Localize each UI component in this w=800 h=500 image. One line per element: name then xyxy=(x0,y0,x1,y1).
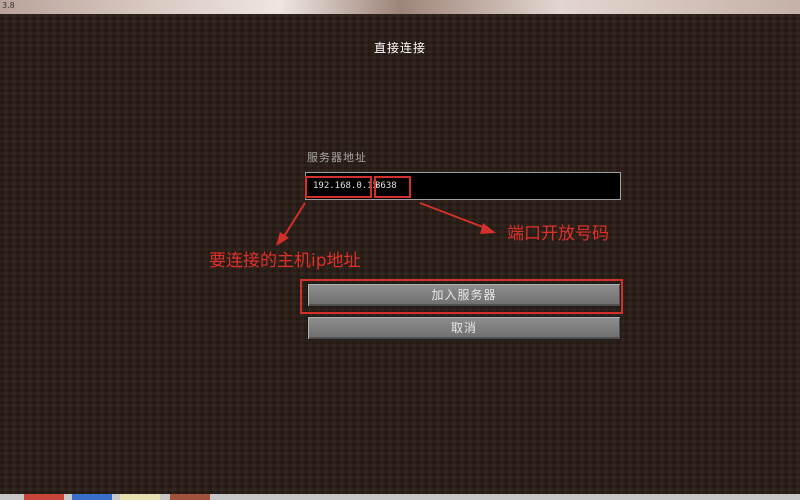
taskbar-folder-icon[interactable] xyxy=(120,494,160,500)
port-annotation: 端口开放号码 xyxy=(507,224,609,244)
ip-annotation: 要连接的主机ip地址 xyxy=(209,251,361,271)
ip-arrow-head xyxy=(276,232,289,246)
taskbar-chrome-icon[interactable] xyxy=(24,494,64,500)
annotation-arrows xyxy=(276,202,496,246)
port-arrow-head xyxy=(480,223,496,234)
ip-arrow-line xyxy=(282,202,306,239)
port-arrow-line xyxy=(419,202,489,230)
taskbar-ie-icon[interactable] xyxy=(72,494,112,500)
taskbar-app-icon[interactable] xyxy=(170,494,210,500)
